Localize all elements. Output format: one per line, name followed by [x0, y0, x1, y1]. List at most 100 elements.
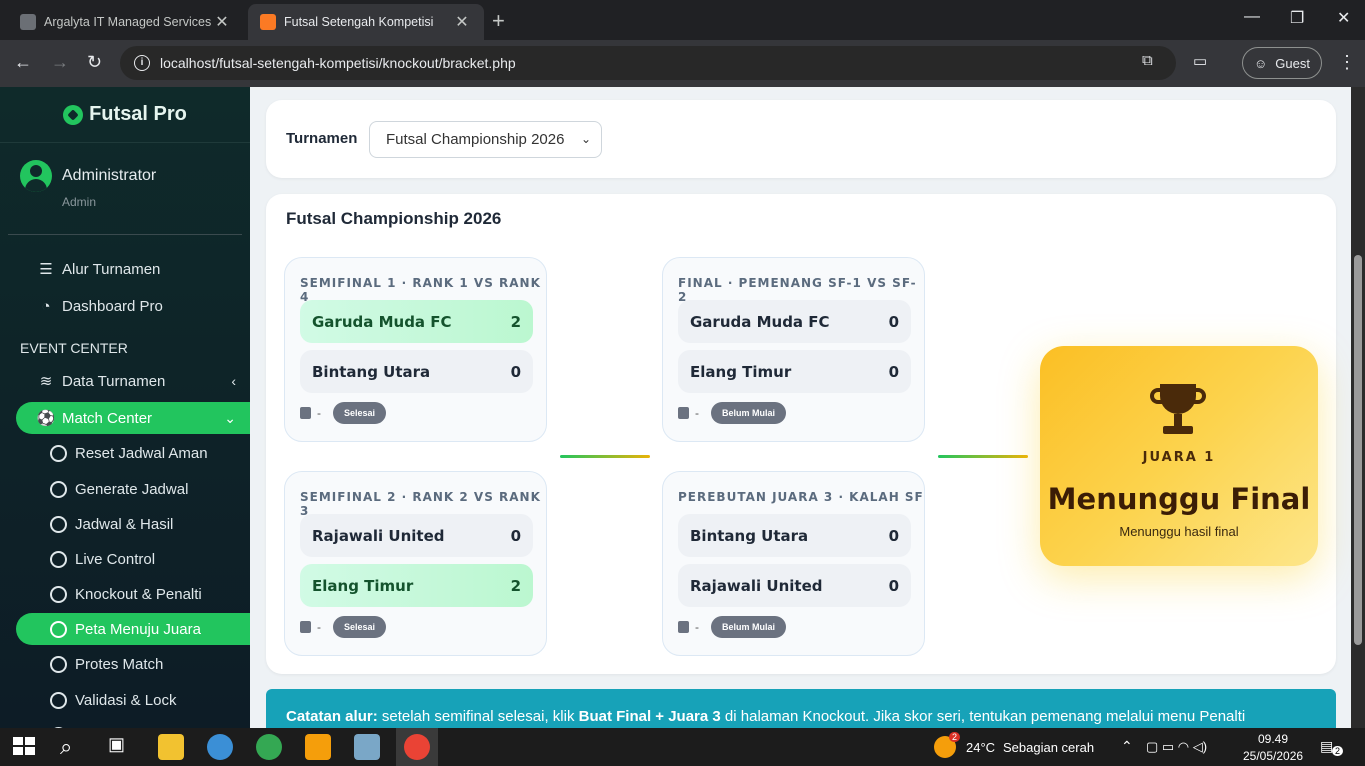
team-score: 0 — [888, 526, 899, 545]
sidebar-item-dashboard-pro[interactable]: ◔ Dashboard Pro — [16, 290, 250, 322]
url-field[interactable]: i localhost/futsal-setengah-kompetisi/kn… — [120, 46, 1176, 80]
weather-icon[interactable]: 2 — [934, 732, 960, 758]
sidebar-item-match-center[interactable]: ⚽ Match Center ⌄ — [16, 402, 250, 434]
circle-icon — [50, 691, 67, 709]
trophy-icon — [1148, 384, 1208, 438]
bracket-connector — [938, 455, 1028, 458]
windows-start-icon[interactable] — [12, 734, 38, 760]
close-tab-icon[interactable]: ✕ — [212, 12, 232, 32]
champion-note: Menunggu hasil final — [1119, 524, 1239, 539]
lens-icon[interactable]: ▭ — [1193, 52, 1207, 70]
chrome-icon[interactable] — [256, 734, 282, 760]
team-name: Elang Timur — [312, 576, 414, 595]
match-card-third-place[interactable]: PEREBUTAN JUARA 3 · KALAH SF Bintang Uta… — [662, 471, 925, 656]
menu-dots-icon[interactable]: ⋮ — [1338, 52, 1356, 73]
site-info-icon[interactable]: i — [134, 55, 150, 71]
note-action: Buat Final + Juara 3 — [578, 708, 721, 725]
chevron-down-icon: ⌄ — [580, 132, 591, 146]
sidebar-item-peta-menuju-juara[interactable]: Peta Menuju Juara — [16, 613, 250, 645]
team-name: Garuda Muda FC — [690, 312, 830, 331]
file-explorer-icon[interactable] — [158, 734, 184, 760]
circle-icon — [50, 620, 67, 638]
sidebar-item-knockout-penalti[interactable]: Knockout & Penalti — [16, 578, 250, 610]
match-date: - — [695, 406, 699, 420]
translate-icon[interactable]: ⧉ — [1142, 52, 1153, 69]
circle-icon — [50, 515, 67, 533]
back-icon[interactable]: ← — [14, 52, 32, 73]
clock-time[interactable]: 09.49 — [1258, 732, 1288, 746]
layers-icon: ≋ — [39, 373, 53, 390]
sidebar-item-label: Peta Menuju Juara — [75, 620, 201, 638]
guest-profile-button[interactable]: ☺ Guest — [1242, 47, 1322, 79]
calendar-icon — [300, 407, 311, 419]
user-panel[interactable]: Administrator Admin — [8, 143, 242, 235]
sidebar-item-label: Reset Jadwal Aman — [75, 444, 208, 462]
scrollbar-thumb[interactable] — [1354, 255, 1362, 645]
sidebar-item-live-control[interactable]: Live Control — [16, 543, 250, 575]
team-row: Rajawali United 0 — [300, 514, 533, 557]
clock-date[interactable]: 25/05/2026 — [1243, 749, 1303, 763]
team-name: Bintang Utara — [312, 362, 431, 381]
status-badge: Belum Mulai — [711, 616, 787, 638]
match-card-semifinal-2[interactable]: SEMIFINAL 2 · RANK 2 VS RANK 3 Rajawali … — [284, 471, 547, 656]
sidebar-item-alur-turnamen[interactable]: ☰ Alur Turnamen — [16, 253, 250, 285]
team-row: Rajawali United 0 — [678, 564, 911, 607]
sidebar-item-jadwal-hasil[interactable]: Jadwal & Hasil — [16, 508, 250, 540]
sidebar-item-generate-jadwal[interactable]: Generate Jadwal — [16, 473, 250, 505]
bracket-connector — [560, 455, 650, 458]
sidebar-item-protes-match[interactable]: Protes Match — [16, 648, 250, 680]
team-name: Elang Timur — [690, 362, 792, 381]
note-text: setelah semifinal selesai, klik — [377, 708, 579, 725]
tournament-filter-card: Turnamen Futsal Championship 2026 ⌄ — [266, 100, 1336, 178]
team-name: Bintang Utara — [690, 526, 809, 545]
sidebar-item-data-turnamen[interactable]: ≋ Data Turnamen ‹ — [16, 365, 250, 397]
close-window-icon[interactable]: ✕ — [1337, 8, 1350, 28]
team-score: 0 — [888, 312, 899, 331]
new-tab-icon[interactable]: + — [492, 8, 505, 34]
tray-icons[interactable]: ▢ ▭ ◠ ◁) — [1146, 739, 1207, 755]
sidebar-item-label: Protes Match — [75, 655, 164, 673]
champion-card: JUARA 1 Menunggu Final Menunggu hasil fi… — [1040, 346, 1318, 566]
close-tab-icon[interactable]: ✕ — [452, 12, 472, 32]
sidebar: Futsal Pro Administrator Admin ☰ Alur Tu… — [0, 87, 250, 728]
sidebar-item-label: Knockout & Penalti — [75, 585, 202, 603]
chrome-active-taskbar-button[interactable] — [396, 728, 438, 766]
reload-icon[interactable]: ↻ — [87, 52, 102, 73]
sidebar-item-label: Alur Turnamen — [62, 260, 161, 278]
xampp-favicon-icon — [260, 14, 276, 30]
minimize-icon[interactable]: — — [1244, 8, 1260, 26]
taskbar: ⌕ ▣ 2 24°C Sebagian cerah ⌃ ▢ ▭ ◠ ◁) 09.… — [0, 728, 1365, 766]
tournament-select[interactable]: Futsal Championship 2026 ⌄ — [369, 121, 602, 158]
maximize-icon[interactable]: ❐ — [1290, 8, 1304, 28]
chevron-up-icon[interactable]: ⌃ — [1121, 738, 1133, 755]
tab-title: Futsal Setengah Kompetisi — [284, 15, 434, 29]
notepad-icon[interactable] — [354, 734, 380, 760]
status-badge: Selesai — [333, 616, 387, 638]
network-app-icon[interactable] — [207, 734, 233, 760]
futsal-ball-icon — [63, 104, 84, 125]
note-label: Catatan alur: — [286, 708, 378, 725]
tab-argalyta[interactable]: Argalyta IT Managed Services & ✕ — [8, 4, 244, 40]
chevron-down-icon: ⌄ — [224, 409, 236, 426]
circle-icon — [50, 655, 67, 673]
brand[interactable]: Futsal Pro — [0, 87, 250, 143]
sublime-icon[interactable] — [305, 734, 331, 760]
match-card-final[interactable]: FINAL · PEMENANG SF-1 VS SF-2 Garuda Mud… — [662, 257, 925, 442]
team-row: Garuda Muda FC 0 — [678, 300, 911, 343]
team-row-winner: Garuda Muda FC 2 — [300, 300, 533, 343]
sidebar-item-next[interactable] — [16, 719, 250, 728]
match-card-semifinal-1[interactable]: SEMIFINAL 1 · RANK 1 VS RANK 4 Garuda Mu… — [284, 257, 547, 442]
champion-label: JUARA 1 — [1142, 450, 1216, 465]
page-scrollbar[interactable] — [1351, 87, 1365, 728]
sidebar-item-validasi-lock[interactable]: Validasi & Lock — [16, 684, 250, 716]
sidebar-item-reset-jadwal[interactable]: Reset Jadwal Aman — [16, 437, 250, 469]
match-footer: - Belum Mulai — [678, 402, 787, 424]
forward-icon[interactable]: → — [51, 52, 69, 73]
match-footer: - Selesai — [300, 402, 387, 424]
status-badge: Belum Mulai — [711, 402, 787, 424]
tab-title: Argalyta IT Managed Services & — [44, 15, 212, 29]
circle-icon — [50, 550, 67, 568]
search-icon[interactable]: ⌕ — [60, 734, 86, 760]
task-view-icon[interactable]: ▣ — [108, 734, 134, 760]
tab-futsal[interactable]: Futsal Setengah Kompetisi ✕ — [248, 4, 484, 40]
